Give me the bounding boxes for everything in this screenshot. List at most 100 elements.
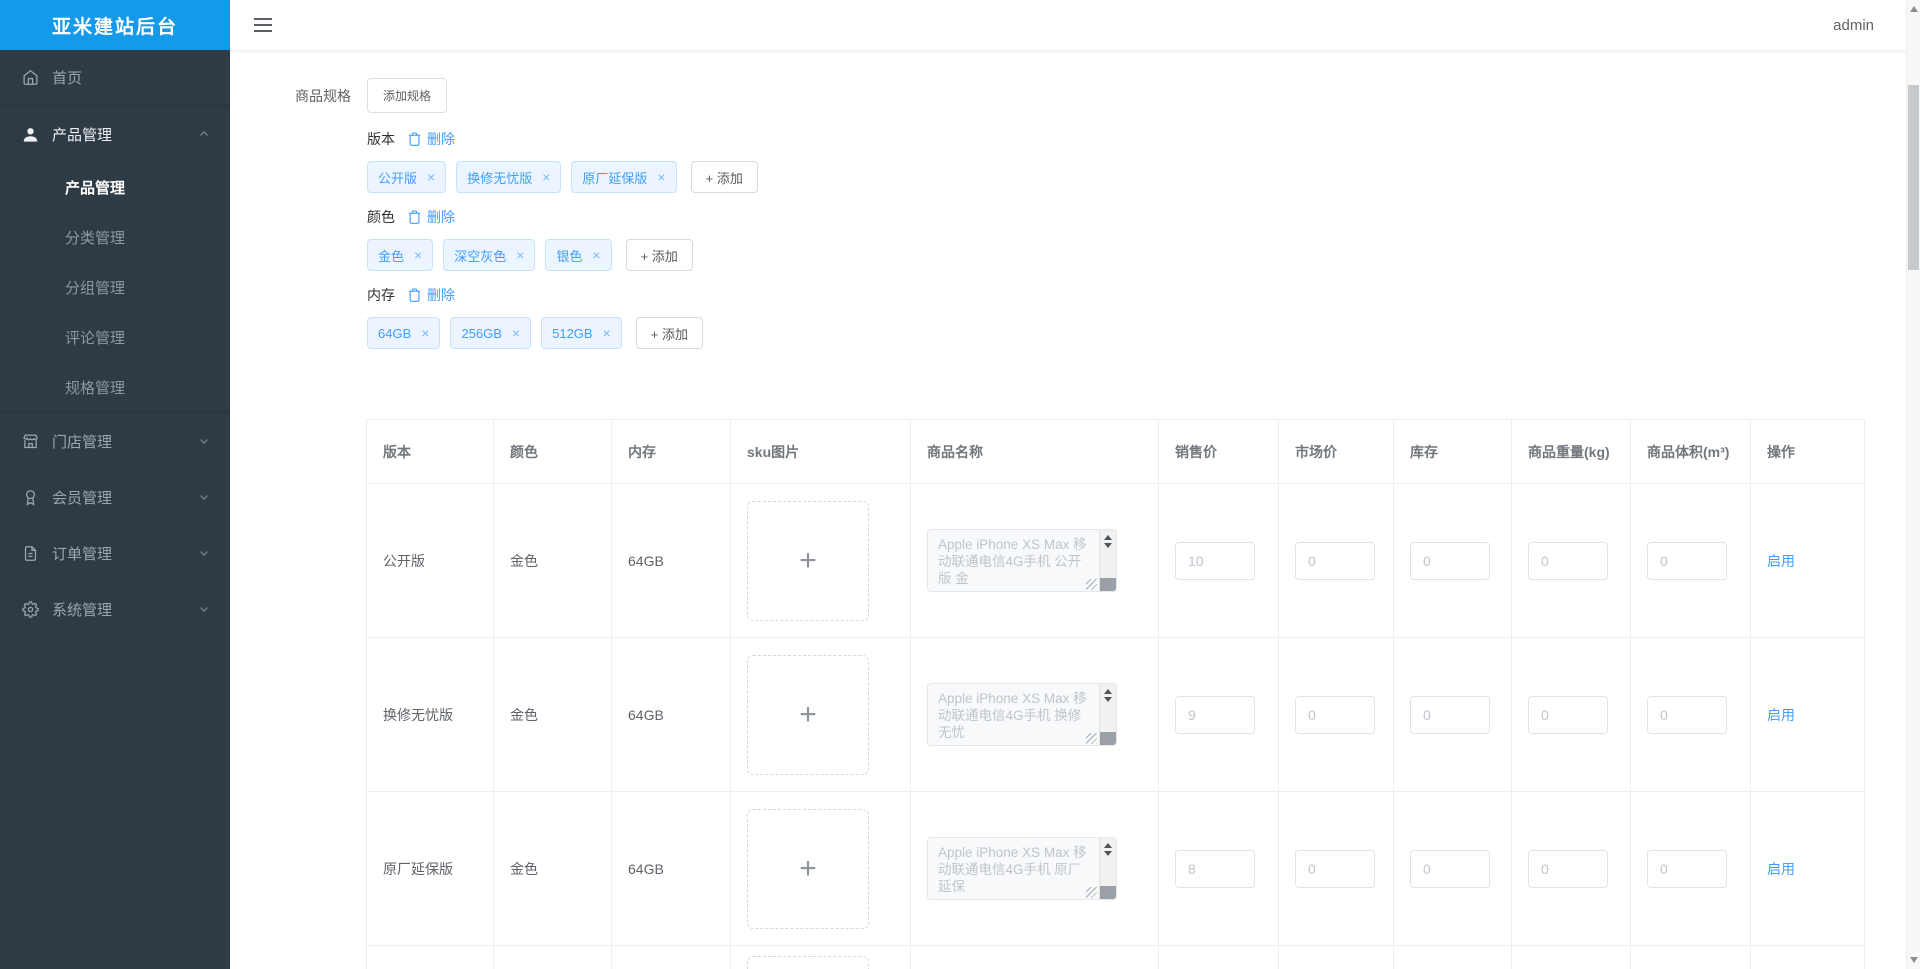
col-header-action: 操作 — [1750, 419, 1865, 484]
sidebar-subitem-category-management[interactable]: 分类管理 — [0, 212, 230, 262]
tag-label: 深空灰色 — [454, 248, 507, 264]
scroll-down-icon[interactable] — [1104, 851, 1112, 856]
sidebar-item-label: 订单管理 — [52, 545, 113, 563]
col-header-memory: 内存 — [611, 419, 731, 484]
tag-close-icon[interactable]: × — [516, 248, 524, 262]
scrollbar-thumb[interactable] — [1908, 85, 1919, 270]
sidebar-item-system-management[interactable]: 系统管理 — [0, 581, 230, 637]
delete-spec-link[interactable]: 删除 — [427, 285, 455, 305]
sale-price-input[interactable] — [1175, 541, 1255, 580]
cell-color: 金色 — [493, 637, 612, 792]
sidebar-item-member-management[interactable]: 会员管理 — [0, 469, 230, 525]
weight-input[interactable] — [1528, 695, 1608, 734]
user-menu[interactable]: admin — [1833, 17, 1874, 34]
spec-tag: 64GB × — [367, 317, 441, 349]
tag-close-icon[interactable]: × — [512, 326, 520, 340]
trash-icon[interactable] — [407, 287, 422, 303]
app-logo: 亚米建站后台 — [0, 0, 230, 50]
tag-label: 公开版 — [378, 170, 418, 186]
delete-spec-link[interactable]: 删除 — [427, 207, 455, 227]
volume-input[interactable] — [1647, 695, 1727, 734]
enable-link[interactable]: 启用 — [1767, 707, 1795, 723]
sku-image-upload[interactable] — [747, 956, 869, 969]
resize-grip-icon[interactable] — [1086, 887, 1097, 898]
enable-link[interactable]: 启用 — [1767, 553, 1795, 569]
volume-input[interactable] — [1647, 849, 1727, 888]
spec-tags-version: 公开版 × 换修无忧版 × 原厂延保版 × + 添加 — [367, 161, 1920, 193]
sidebar-item-product-management[interactable]: 产品管理 — [0, 106, 230, 162]
tag-close-icon[interactable]: × — [542, 170, 550, 184]
resize-grip-icon[interactable] — [1086, 733, 1097, 744]
sale-price-input[interactable] — [1175, 849, 1255, 888]
col-header-product-name: 商品名称 — [910, 419, 1159, 484]
tag-close-icon[interactable]: × — [603, 326, 611, 340]
textarea-scrollbar[interactable] — [1099, 684, 1116, 745]
sku-image-upload[interactable]: + — [747, 500, 869, 621]
add-tag-button[interactable]: + 添加 — [635, 317, 703, 349]
product-name-textarea[interactable]: Apple iPhone XS Max 移动联通电信4G手机 换修无忧 — [927, 683, 1117, 746]
col-header-color: 颜色 — [493, 419, 612, 484]
sidebar-subitem-comment-management[interactable]: 评论管理 — [0, 312, 230, 362]
hamburger-menu-icon[interactable] — [252, 10, 274, 40]
stock-input[interactable] — [1410, 849, 1490, 888]
col-header-sale-price: 销售价 — [1158, 419, 1279, 484]
plus-icon: + — [799, 543, 817, 577]
sidebar-item-home[interactable]: 首页 — [0, 50, 230, 106]
scrollbar-down-icon[interactable] — [1909, 957, 1918, 963]
scroll-down-icon[interactable] — [1104, 543, 1112, 548]
textarea-scrollbar[interactable] — [1099, 838, 1116, 899]
scroll-up-icon[interactable] — [1104, 535, 1112, 540]
scroll-down-icon[interactable] — [1104, 697, 1112, 702]
textarea-resize-corner[interactable] — [1100, 886, 1116, 899]
trash-icon[interactable] — [407, 131, 422, 147]
sidebar-item-order-management[interactable]: 订单管理 — [0, 525, 230, 581]
sidebar-subitem-spec-management[interactable]: 规格管理 — [0, 362, 230, 412]
enable-link[interactable]: 启用 — [1767, 861, 1795, 877]
sku-image-upload[interactable]: + — [747, 808, 869, 929]
col-header-volume: 商品体积(m³) — [1630, 419, 1751, 484]
sidebar-item-label: 产品管理 — [52, 126, 113, 144]
market-price-input[interactable] — [1295, 849, 1375, 888]
market-price-input[interactable] — [1295, 695, 1375, 734]
sidebar-item-label: 门店管理 — [52, 433, 113, 451]
scroll-up-icon[interactable] — [1104, 843, 1112, 848]
scroll-up-icon[interactable] — [1104, 689, 1112, 694]
add-spec-button[interactable]: 添加规格 — [367, 78, 448, 113]
textarea-resize-corner[interactable] — [1100, 578, 1116, 591]
weight-input[interactable] — [1528, 849, 1608, 888]
textarea-resize-corner[interactable] — [1100, 732, 1116, 745]
add-tag-button[interactable]: + 添加 — [690, 161, 758, 193]
weight-input[interactable] — [1528, 541, 1608, 580]
tag-close-icon[interactable]: × — [414, 248, 422, 262]
trash-icon[interactable] — [407, 209, 422, 225]
sale-price-input[interactable] — [1175, 695, 1255, 734]
tag-close-icon[interactable]: × — [592, 248, 600, 262]
stock-input[interactable] — [1410, 695, 1490, 734]
scrollbar-up-icon[interactable] — [1909, 6, 1918, 12]
delete-spec-link[interactable]: 删除 — [427, 129, 455, 149]
gear-icon — [22, 600, 39, 618]
sidebar-item-label: 系统管理 — [52, 601, 113, 619]
tag-close-icon[interactable]: × — [657, 170, 665, 184]
market-price-input[interactable] — [1295, 541, 1375, 580]
sidebar: 亚米建站后台 首页 产品管理 产品管理 分类管理 分组管理 评论管理 规格管理 — [0, 0, 230, 969]
sidebar-subitem-group-management[interactable]: 分组管理 — [0, 262, 230, 312]
add-tag-button[interactable]: + 添加 — [625, 239, 693, 271]
sidebar-subitem-product-management[interactable]: 产品管理 — [0, 162, 230, 212]
stock-input[interactable] — [1410, 541, 1490, 580]
sidebar-item-label: 会员管理 — [52, 489, 113, 507]
product-name-textarea[interactable]: Apple iPhone XS Max 移动联通电信4G手机 公开版 金 — [927, 529, 1117, 592]
cell-version: 换修无忧版 — [366, 637, 494, 792]
sku-image-upload[interactable]: + — [747, 654, 869, 775]
resize-grip-icon[interactable] — [1086, 579, 1097, 590]
tag-close-icon[interactable]: × — [427, 170, 435, 184]
tag-close-icon[interactable]: × — [421, 326, 429, 340]
page-scrollbar[interactable] — [1906, 0, 1920, 969]
sidebar-item-store-management[interactable]: 门店管理 — [0, 413, 230, 469]
textarea-scrollbar[interactable] — [1099, 530, 1116, 591]
volume-input[interactable] — [1647, 541, 1727, 580]
spec-group-name: 内存 — [367, 287, 395, 303]
tag-label: 银色 — [556, 248, 583, 264]
table-row: 原厂延保版 金色 64GB + Apple iPhone XS Max 移动联通… — [366, 791, 1865, 946]
product-name-textarea[interactable]: Apple iPhone XS Max 移动联通电信4G手机 原厂延保 — [927, 837, 1117, 900]
